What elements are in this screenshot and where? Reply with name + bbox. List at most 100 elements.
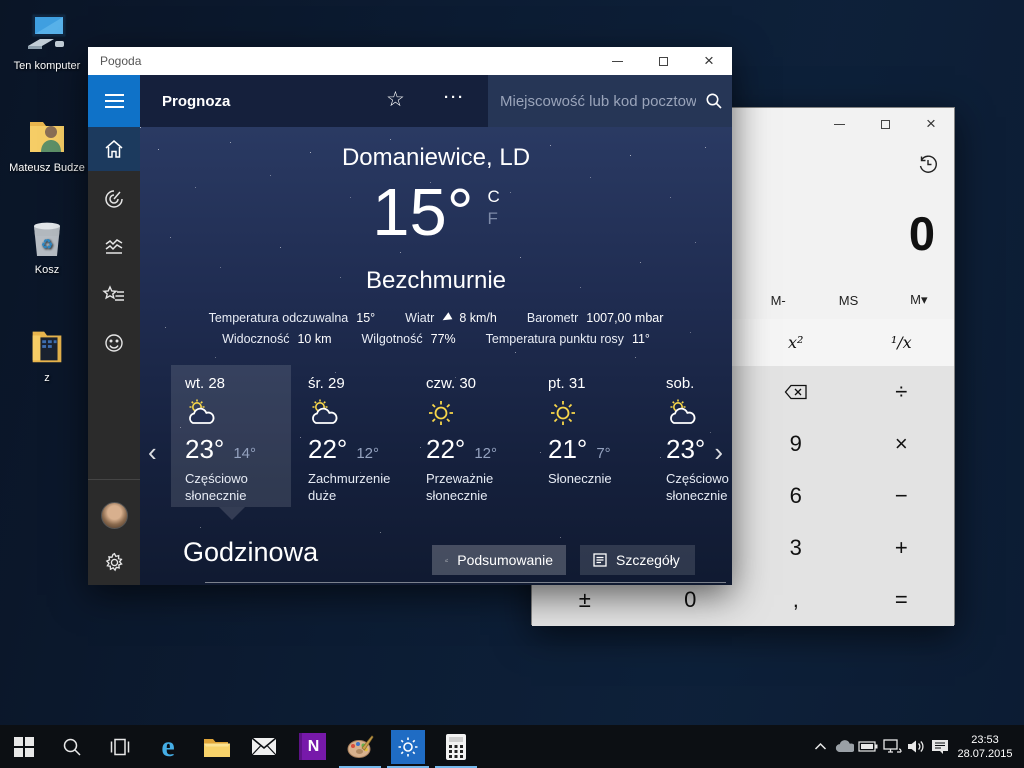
search-box[interactable] (488, 75, 732, 127)
search-input[interactable] (488, 92, 696, 110)
current-temperature: 15° C F (140, 177, 732, 249)
desktop-icon-this-pc[interactable]: Ten komputer (4, 10, 90, 73)
start-button[interactable] (0, 725, 48, 768)
taskbar-onenote-button[interactable]: N (288, 725, 336, 768)
sunny-icon (548, 398, 654, 430)
maximize-button[interactable] (640, 47, 686, 75)
forecast-day: wt. 28 (185, 375, 226, 392)
taskbar-weather-button[interactable] (384, 725, 432, 768)
forecast-day: pt. 31 (548, 375, 586, 392)
sidebar-item-feedback[interactable] (88, 321, 140, 365)
weather-main-panel: Domaniewice, LD 15° C F Bezchmurnie Temp… (140, 127, 732, 585)
taskbar-paint-button[interactable] (336, 725, 384, 768)
search-icon[interactable] (696, 92, 732, 110)
home-icon (105, 140, 123, 158)
maximize-button[interactable] (862, 108, 908, 140)
more-options-button[interactable]: ··· (444, 89, 465, 106)
sidebar-item-historical-weather[interactable] (88, 225, 140, 269)
task-view-button[interactable] (96, 725, 144, 768)
sidebar-item-settings[interactable] (88, 540, 140, 584)
list-icon (593, 553, 607, 567)
detail-value: 8 km/h (459, 311, 497, 325)
detail-value: 10 km (297, 332, 332, 346)
tray-network-button[interactable] (880, 725, 904, 768)
desktop-icon-label: Ten komputer (13, 60, 81, 72)
tray-battery-button[interactable] (856, 725, 880, 768)
sidebar-item-favorites[interactable] (88, 273, 140, 317)
taskbar-search-button[interactable] (48, 725, 96, 768)
unit-celsius-toggle[interactable]: C (488, 187, 500, 207)
hamburger-menu-button[interactable] (88, 75, 140, 127)
decimal-key[interactable]: , (743, 574, 849, 626)
taskbar-edge-button[interactable]: e (144, 725, 192, 768)
taskbar: e N 23:53 28.07.2015 (0, 725, 1024, 768)
tray-onedrive-button[interactable] (832, 725, 856, 768)
close-button[interactable]: × (908, 108, 954, 140)
reciprocal-key[interactable]: ¹/x (848, 319, 954, 366)
forecast-low: 12° (474, 445, 498, 462)
favorite-star-icon[interactable]: ☆ (386, 87, 405, 112)
chevron-right-icon[interactable]: › (714, 439, 723, 465)
key-6[interactable]: 6 (743, 470, 849, 522)
forecast-high: 22° (426, 434, 466, 464)
forecast-day: śr. 29 (308, 375, 345, 392)
forecast-low: 7° (596, 445, 611, 462)
taskbar-file-explorer-button[interactable] (192, 725, 240, 768)
desktop-icon-recycle-bin[interactable]: ♻ Kosz (4, 214, 90, 277)
forecast-tile[interactable]: czw. 30 22° 12° Przeważnie słonecznie (412, 365, 532, 504)
weather-app-header: Prognoza ☆ ··· (88, 75, 732, 127)
forecast-tile-selected[interactable]: wt. 28 23° 14° Częściowo słonecznie (171, 365, 291, 520)
summary-toggle-button[interactable]: Podsumowanie (432, 545, 566, 575)
equals-key[interactable]: = (848, 574, 954, 626)
calculator-icon (446, 733, 466, 760)
forecast-condition: Częściowo słonecznie (185, 471, 248, 503)
details-toggle-button[interactable]: Szczegóły (580, 545, 695, 575)
forecast-tile[interactable]: śr. 29 22° 12° Zachmurzenie duże (294, 365, 414, 504)
key-9[interactable]: 9 (743, 418, 849, 470)
square-key[interactable]: x² (743, 319, 849, 366)
folder-icon (4, 322, 90, 368)
minus-key[interactable]: − (848, 470, 954, 522)
unit-fahrenheit-toggle[interactable]: F (488, 209, 500, 229)
current-condition: Bezchmurnie (365, 267, 507, 294)
taskbar-clock[interactable]: 23:53 28.07.2015 (952, 733, 1024, 761)
sidebar-user-account[interactable] (88, 493, 140, 537)
paint-icon (347, 734, 374, 758)
daily-forecast-strip: ‹ wt. 28 23° 14° Częściowo słonecznie śr… (140, 365, 732, 520)
divide-key[interactable]: ÷ (848, 366, 954, 418)
clock-date: 28.07.2015 (957, 747, 1013, 760)
memory-store-button[interactable]: MS (813, 285, 883, 315)
minimize-button[interactable] (816, 108, 862, 140)
taskbar-calculator-button[interactable] (432, 725, 480, 768)
onenote-icon: N (298, 733, 326, 760)
memory-flyout-button[interactable]: M▾ (884, 285, 954, 315)
key-3[interactable]: 3 (743, 522, 849, 574)
tray-chevron-up-button[interactable] (808, 725, 832, 768)
minimize-button[interactable] (594, 47, 640, 75)
speaker-icon (908, 740, 924, 753)
taskbar-mail-button[interactable] (240, 725, 288, 768)
edge-icon: e (161, 729, 175, 763)
sidebar-item-maps[interactable] (88, 177, 140, 221)
backspace-key[interactable] (743, 366, 849, 418)
desktop-icon-folder-z[interactable]: z (4, 322, 90, 385)
forecast-low: 14° (233, 445, 257, 462)
forecast-tile[interactable]: sob. 23° Częściowo słonecznie (652, 365, 732, 504)
gear-icon (105, 552, 123, 571)
desktop-icon-user-folder[interactable]: Mateusz Budze (4, 112, 90, 175)
plus-key[interactable]: + (848, 522, 954, 574)
chevron-left-icon[interactable]: ‹ (148, 439, 157, 465)
forecast-tile[interactable]: pt. 31 21° 7° Słonecznie (534, 365, 654, 487)
desktop-icon-label: Mateusz Budze (9, 162, 85, 174)
detail-label: Barometr (526, 311, 579, 325)
history-icon[interactable] (918, 154, 938, 174)
detail-value: 11° (631, 332, 650, 346)
star-field (140, 127, 141, 128)
tray-action-center-button[interactable] (928, 725, 952, 768)
multiply-key[interactable]: × (848, 418, 954, 470)
memory-subtract-button[interactable]: M- (743, 285, 813, 315)
tray-volume-button[interactable] (904, 725, 928, 768)
close-button[interactable]: × (686, 47, 732, 75)
weather-titlebar[interactable]: Pogoda × (88, 47, 732, 75)
sidebar-item-forecast[interactable] (88, 127, 140, 171)
